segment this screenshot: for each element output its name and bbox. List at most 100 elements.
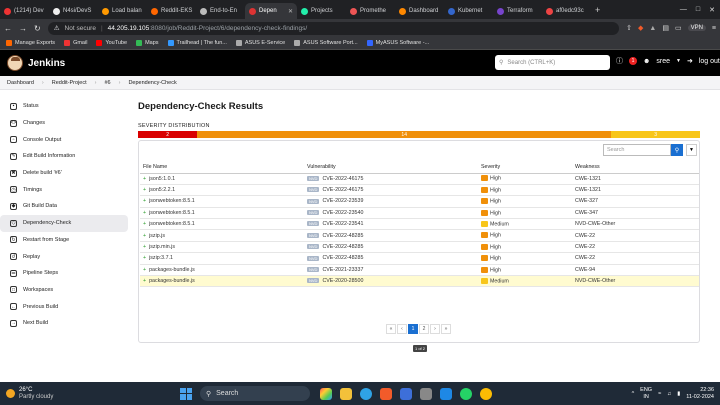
chrome-icon[interactable] [480,387,492,400]
expand-plus-icon[interactable]: + [143,244,146,250]
page-number-button[interactable]: 2 [419,324,429,334]
close-tab-icon[interactable]: ✕ [288,8,293,15]
reload-icon[interactable]: ↻ [34,24,41,33]
expand-plus-icon[interactable]: + [143,255,146,261]
start-icon[interactable] [180,387,192,400]
expand-plus-icon[interactable]: + [143,176,146,182]
colorful-app-icon[interactable] [320,387,332,400]
bookmark-item[interactable]: ASUS Software Port... [294,40,358,46]
table-search-input[interactable]: Search [603,144,671,156]
jenkins-search-input[interactable]: ⚲ Search (CTRL+K) [495,55,610,70]
prev-page-button[interactable]: ‹ [397,324,407,334]
sidebar-item[interactable]: <> Changes [0,115,130,132]
battery-icon[interactable]: ▮ [677,391,680,397]
minimize-icon[interactable]: — [680,6,687,14]
expand-plus-icon[interactable]: + [143,278,146,284]
column-header[interactable]: Weakness [572,161,699,174]
browser-tab[interactable]: Promethe [346,3,395,19]
table-row[interactable]: + jsonwebtoken:8.5.1 NVD CVE-2022-23541 Medi… [140,218,699,231]
expand-plus-icon[interactable]: + [143,267,146,273]
expand-plus-icon[interactable]: + [143,210,146,216]
vpn-button[interactable]: VPN [687,25,706,31]
jenkins-logo[interactable]: Jenkins [7,55,65,71]
bookmark-item[interactable]: MyASUS Software -... [366,40,429,46]
bookmark-item[interactable]: Trailhead | The fun... [167,40,227,46]
sidebar-toggle-icon[interactable]: ▤ [662,24,669,32]
table-row[interactable]: + jszip:3.7.1 NVD CVE-2022-48285 High CWE-22 [140,252,699,265]
cve-id[interactable]: CVE-2022-48285 [322,244,363,250]
bookmark-item[interactable]: Manage Exports [6,40,55,46]
last-page-button[interactable]: » [441,324,451,334]
taskbar-search[interactable]: ⚲ Search [200,386,310,401]
new-tab-button[interactable]: + [591,5,604,15]
maximize-icon[interactable]: □ [696,6,700,14]
page-number-button[interactable]: 1 [408,324,418,334]
language-indicator[interactable]: ENG IN [640,387,652,401]
browser-tab[interactable]: N4si/DevS [49,3,98,19]
wallet-icon[interactable]: ▭ [675,24,682,32]
expand-plus-icon[interactable]: + [143,221,146,227]
mail-icon[interactable] [420,387,432,400]
bookmark-item[interactable]: ASUS E-Service [235,40,285,46]
table-row[interactable]: + jszip.js NVD CVE-2022-48285 High CWE-22 [140,229,699,242]
breadcrumb-item[interactable]: Reddit-Project [52,80,87,86]
sidebar-item[interactable]: ◷ Timings [0,181,130,198]
table-row[interactable]: + packages-bundle.js NVD CVE-2020-28500 Medi… [140,275,699,288]
whatsapp-icon[interactable] [460,387,472,400]
breadcrumb-item[interactable]: #6 [104,80,110,86]
menu-icon[interactable]: ≡ [712,25,716,32]
cve-id[interactable]: CVE-2022-23539 [322,198,363,204]
notification-badge[interactable]: 1 [629,57,637,65]
brave-icon[interactable] [380,387,392,400]
breadcrumb-item[interactable]: Dashboard [7,80,34,86]
browser-tab[interactable]: af0edc93c [542,3,591,19]
url-field[interactable]: ⚠ Not secure | 44.205.19.105:8080/job/Re… [47,21,620,35]
breadcrumb-item[interactable]: Dependency-Check [128,80,176,86]
bookmark-item[interactable]: YouTube [96,40,127,46]
browser-tab[interactable]: Dashboard [395,3,444,19]
file-explorer-icon[interactable] [340,387,352,400]
table-row[interactable]: + json5:1.0.1 NVD CVE-2022-46175 High CWE-132… [140,173,699,185]
cve-id[interactable]: CVE-2020-28500 [322,278,363,284]
cve-id[interactable]: CVE-2022-23540 [322,210,363,216]
expand-plus-icon[interactable]: + [143,187,146,193]
share-icon[interactable]: ⇧ [626,24,632,32]
browser-tab[interactable]: Reddit-EKS [147,3,196,19]
sidebar-item[interactable]: ▫ Console Output [0,131,130,148]
cve-id[interactable]: CVE-2022-46175 [322,176,363,182]
table-row[interactable]: + packages-bundle.js NVD CVE-2021-23337 High… [140,264,699,277]
chevron-up-icon[interactable]: ^ [632,391,635,397]
sidebar-item[interactable]: ☰ Pipeline Steps [0,265,130,282]
bookmark-item[interactable]: Maps [136,40,159,46]
table-row[interactable]: + jsonwebtoken:8.5.1 NVD CVE-2022-23539 High… [140,195,699,208]
expand-plus-icon[interactable]: + [143,233,146,239]
cve-id[interactable]: CVE-2022-48285 [322,233,363,239]
browser-tab[interactable]: Projects [297,3,346,19]
expand-plus-icon[interactable]: + [143,198,146,204]
weather-widget[interactable]: 26°C Partly cloudy [0,387,160,401]
vscode-icon[interactable] [440,387,452,400]
user-link[interactable]: sree [656,58,670,65]
help-icon[interactable]: ⓘ [616,56,623,66]
bookmark-item[interactable]: Gmail [64,40,87,46]
first-page-button[interactable]: « [386,324,396,334]
sidebar-item[interactable]: ✎ Edit Build Information [0,148,130,165]
column-header[interactable]: Severity [478,161,572,174]
browser-tab[interactable]: Terraform [493,3,542,19]
brave-shield-icon[interactable]: ◆ [638,24,643,32]
column-header[interactable]: Vulnerability [304,161,478,174]
table-options-dropdown[interactable]: ▼ [686,144,697,156]
sidebar-item[interactable]: → Next Build [0,315,130,332]
sidebar-item[interactable]: ↺ Replay [0,248,130,265]
forward-icon[interactable]: → [19,24,27,33]
table-row[interactable]: + json5:2.2.1 NVD CVE-2022-46175 High CWE-132… [140,184,699,197]
clock[interactable]: 22:36 11-02-2024 [686,387,714,401]
browser-tab[interactable]: Load balan [98,3,147,19]
logout-link[interactable]: log out [699,58,720,65]
cve-id[interactable]: CVE-2022-23541 [322,221,363,227]
browser-tab[interactable]: End-to-En [196,3,245,19]
sidebar-item[interactable]: ← Previous Build [0,298,130,315]
cve-id[interactable]: CVE-2022-46175 [322,187,363,193]
edge-icon[interactable] [360,387,372,400]
back-icon[interactable]: ← [4,24,12,33]
